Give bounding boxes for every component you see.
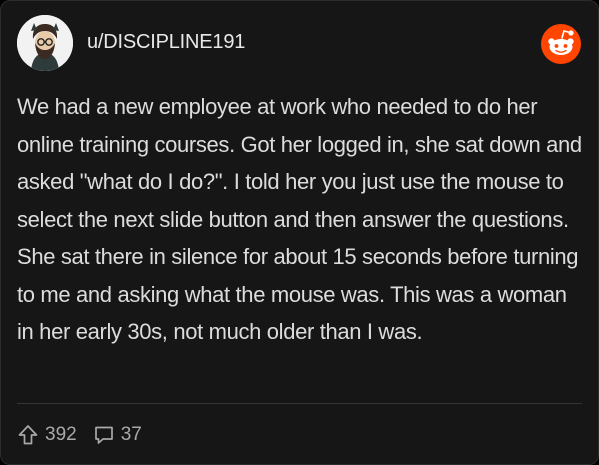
- comments-button[interactable]: 37: [93, 424, 142, 446]
- comment-count: 37: [120, 424, 142, 445]
- post-footer: 392 37: [17, 421, 158, 449]
- post-header: u/DISCIPLINE191: [17, 15, 582, 73]
- reddit-logo-icon[interactable]: [540, 23, 582, 65]
- upvote-arrow-icon: [18, 425, 38, 445]
- upvote-button[interactable]: 392: [17, 424, 77, 446]
- username[interactable]: u/DISCIPLINE191: [87, 31, 245, 54]
- avatar[interactable]: [17, 15, 73, 71]
- post-card: u/DISCIPLINE191 We had a new employee at…: [0, 0, 599, 465]
- post-body-text: We had a new employee at work who needed…: [17, 94, 582, 344]
- upvote-count: 392: [45, 424, 77, 445]
- footer-divider: [17, 403, 582, 404]
- avatar-image: [17, 15, 73, 71]
- comment-bubble-icon: [94, 426, 113, 444]
